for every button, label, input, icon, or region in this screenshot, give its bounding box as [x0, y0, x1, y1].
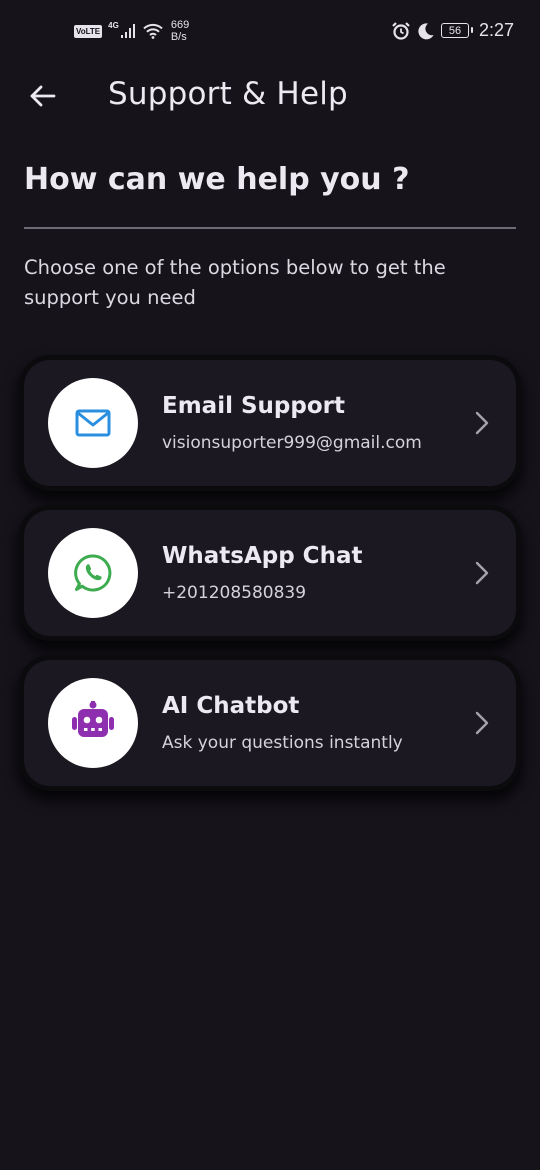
robot-icon-circle	[48, 678, 138, 768]
email-icon-circle	[48, 378, 138, 468]
status-bar-right: 56 2:27	[391, 20, 514, 41]
wifi-icon	[143, 23, 163, 39]
arrow-left-icon	[30, 85, 56, 107]
network-speed-value: 669	[170, 19, 190, 31]
whatsapp-chat-title: WhatsApp Chat	[162, 543, 363, 569]
chevron-right-icon	[475, 711, 489, 735]
back-button[interactable]	[22, 78, 62, 114]
clock: 2:27	[478, 20, 514, 40]
network-speed-unit: B/s	[170, 31, 187, 43]
alarm-icon	[392, 21, 410, 40]
moon-icon	[418, 22, 434, 39]
whatsapp-icon-circle	[48, 528, 138, 618]
chevron-right-icon	[475, 561, 489, 585]
app-bar: Support & Help	[0, 64, 540, 128]
whatsapp-number: +201208580839	[162, 583, 307, 603]
help-heading: How can we help you ?	[24, 162, 410, 197]
help-subtitle: Choose one of the options below to get t…	[24, 256, 446, 309]
divider	[24, 227, 516, 229]
network-speed: 669 B/s	[171, 19, 189, 43]
page-title: Support & Help	[108, 76, 348, 112]
ai-chatbot-title: AI Chatbot	[162, 693, 300, 719]
email-support-title: Email Support	[162, 393, 345, 419]
chevron-right-icon	[475, 411, 489, 435]
volte-badge: VoLTE	[74, 24, 103, 38]
robot-icon	[72, 701, 114, 737]
status-bar-left: VoLTE 4G 669 B/s	[74, 19, 189, 43]
mail-icon	[75, 409, 111, 437]
whatsapp-chat-card[interactable]: WhatsApp Chat +201208580839	[24, 510, 516, 636]
email-support-card[interactable]: Email Support visionsuporter999@gmail.co…	[24, 360, 516, 486]
signal-icon	[120, 24, 135, 38]
whatsapp-icon	[74, 554, 112, 592]
network-type: 4G	[108, 21, 119, 30]
email-address: visionsuporter999@gmail.com	[162, 433, 422, 453]
ai-chatbot-card[interactable]: AI Chatbot Ask your questions instantly	[24, 660, 516, 786]
status-bar: VoLTE 4G 669 B/s 56 2:27	[0, 0, 540, 64]
battery-indicator: 56	[440, 23, 473, 38]
ai-chatbot-description: Ask your questions instantly	[162, 733, 403, 753]
